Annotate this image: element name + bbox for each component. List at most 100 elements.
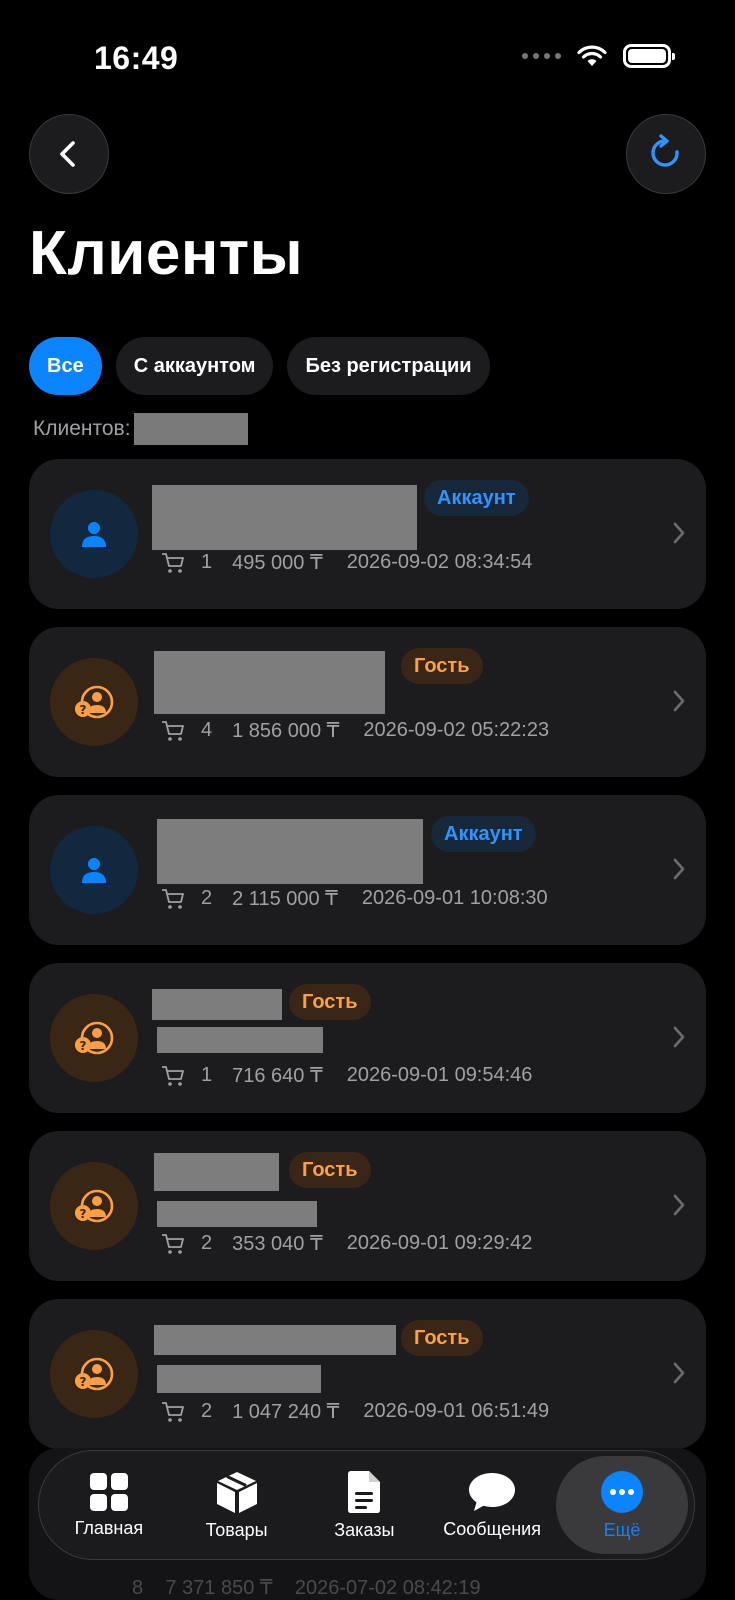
refresh-button[interactable]: [626, 114, 706, 194]
chevron-left-icon: [60, 141, 75, 167]
orders-total: 495 000 ₸: [232, 552, 323, 574]
guest-person-icon: ?: [75, 1021, 114, 1055]
tab-messages-label: Сообщения: [443, 1518, 541, 1539]
wifi-icon: [577, 45, 607, 66]
filter-with-account[interactable]: С аккаунтом: [115, 337, 274, 395]
document-icon: [348, 1470, 381, 1513]
grid-icon: [89, 1472, 128, 1511]
client-card[interactable]: ? Гость 1 716 640 ₸ 2026-09-01 09:54:46: [29, 963, 706, 1113]
client-card[interactable]: ? Гость 2 353 040 ₸ 2026-09-01 09:29:42: [29, 1131, 706, 1281]
page-title: Клиенты: [29, 219, 304, 288]
status-indicators: [522, 44, 675, 68]
guest-badge: Гость: [401, 648, 483, 684]
more-icon: [601, 1470, 643, 1513]
client-card[interactable]: ? Гость 2 1 047 240 ₸ 2026-09-01 06:51:4…: [29, 1299, 706, 1449]
orders-total: 353 040 ₸: [232, 1233, 323, 1255]
orders-count: 4: [201, 719, 213, 741]
svg-text:?: ?: [80, 1207, 87, 1221]
client-name-redacted: [154, 1153, 279, 1191]
clients-count: Клиентов:: [33, 413, 248, 445]
tab-products-label: Товары: [205, 1519, 268, 1540]
orders-count: 2: [201, 1400, 213, 1422]
filter-chips: Все С аккаунтом Без регистрации: [29, 337, 490, 395]
svg-text:?: ?: [80, 1039, 87, 1053]
client-meta: 1 495 000 ₸ 2026-09-02 08:34:54: [161, 550, 532, 575]
client-card[interactable]: ? Гость 4 1 856 000 ₸ 2026-09-02 05:22:2…: [29, 627, 706, 777]
tab-messages[interactable]: Сообщения: [428, 1456, 556, 1554]
client-name-redacted: [152, 485, 417, 550]
filter-all[interactable]: Все: [29, 337, 102, 395]
clients-count-label: Клиентов:: [33, 417, 131, 440]
cart-icon: [162, 720, 184, 741]
client-meta: 1 716 640 ₸ 2026-09-01 09:54:46: [161, 1063, 532, 1088]
cart-icon: [162, 552, 184, 573]
account-avatar: [50, 826, 138, 914]
client-meta-partial: 8 7 371 850 ₸ 2026-07-02 08:42:19: [132, 1575, 481, 1600]
client-meta: 2 1 047 240 ₸ 2026-09-01 06:51:49: [161, 1399, 549, 1424]
last-order-date: 2026-09-01 09:29:42: [346, 1232, 533, 1254]
last-order-date: 2026-09-01 10:08:30: [361, 887, 548, 909]
orders-count: 8: [132, 1577, 144, 1599]
chevron-right-icon: [673, 1026, 685, 1048]
cart-icon: [162, 1233, 184, 1254]
orders-count: 1: [201, 1064, 213, 1086]
tab-home-label: Главная: [74, 1517, 144, 1538]
guest-person-icon: ?: [75, 1189, 114, 1223]
status-time: 16:49: [94, 40, 179, 76]
clients-count-redacted: [133, 413, 248, 445]
orders-total: 2 115 000 ₸: [232, 888, 338, 910]
refresh-icon: [651, 134, 679, 167]
last-order-date: 2026-09-02 08:34:54: [346, 551, 533, 573]
tab-more[interactable]: Ещё: [556, 1456, 688, 1554]
client-name-redacted: [157, 819, 423, 884]
person-icon: [82, 522, 106, 547]
svg-text:?: ?: [80, 703, 87, 717]
last-order-date: 2026-09-02 05:22:23: [363, 719, 550, 741]
svg-text:?: ?: [80, 1375, 87, 1389]
guest-avatar: ?: [50, 1162, 138, 1250]
guest-badge: Гость: [401, 1320, 483, 1356]
client-phone-redacted: [157, 1201, 317, 1227]
orders-count: 2: [201, 1232, 213, 1254]
last-order-date: 2026-09-01 09:54:46: [346, 1064, 533, 1086]
guest-avatar: ?: [50, 1330, 138, 1418]
cart-icon: [162, 1401, 184, 1422]
client-name-redacted: [152, 989, 282, 1020]
tab-products[interactable]: Товары: [173, 1456, 301, 1554]
orders-total: 1 047 240 ₸: [232, 1401, 340, 1423]
cellular-dots-icon: [522, 53, 561, 59]
last-order-date: 2026-09-01 06:51:49: [363, 1400, 550, 1422]
orders-total: 1 856 000 ₸: [232, 720, 340, 742]
filter-without-registration[interactable]: Без регистрации: [287, 337, 490, 395]
guest-person-icon: ?: [75, 685, 114, 719]
guest-badge: Гость: [289, 1152, 371, 1188]
orders-total: 716 640 ₸: [232, 1065, 323, 1087]
client-list: Аккаунт 1 495 000 ₸ 2026-09-02 08:34:54 …: [29, 459, 706, 1467]
chevron-right-icon: [673, 522, 685, 544]
last-order-date: 2026-07-02 08:42:19: [294, 1577, 481, 1599]
guest-avatar: ?: [50, 994, 138, 1082]
person-icon: [82, 858, 106, 883]
cart-icon: [162, 1065, 184, 1086]
guest-badge: Гость: [289, 984, 371, 1020]
orders-count: 1: [201, 551, 213, 573]
tab-orders-label: Заказы: [334, 1519, 395, 1540]
account-avatar: [50, 490, 138, 578]
chevron-right-icon: [673, 1362, 685, 1384]
back-button[interactable]: [29, 114, 109, 194]
client-card[interactable]: Аккаунт 1 495 000 ₸ 2026-09-02 08:34:54: [29, 459, 706, 609]
client-phone-redacted: [157, 1027, 323, 1053]
client-meta: 2 2 115 000 ₸ 2026-09-01 10:08:30: [161, 886, 548, 911]
tab-orders[interactable]: Заказы: [301, 1456, 429, 1554]
tab-home[interactable]: Главная: [45, 1456, 173, 1554]
battery-icon: [623, 44, 675, 68]
client-card[interactable]: Аккаунт 2 2 115 000 ₸ 2026-09-01 10:08:3…: [29, 795, 706, 945]
chat-bubble-icon: [469, 1472, 516, 1511]
chevron-right-icon: [673, 1194, 685, 1216]
guest-person-icon: ?: [75, 1357, 114, 1391]
account-badge: Аккаунт: [431, 816, 536, 852]
guest-avatar: ?: [50, 658, 138, 746]
bottom-tab-bar: Главная Товары Заказы Сообщения Ещё: [38, 1450, 695, 1560]
client-phone-redacted: [157, 1365, 321, 1393]
orders-count: 2: [201, 887, 213, 909]
